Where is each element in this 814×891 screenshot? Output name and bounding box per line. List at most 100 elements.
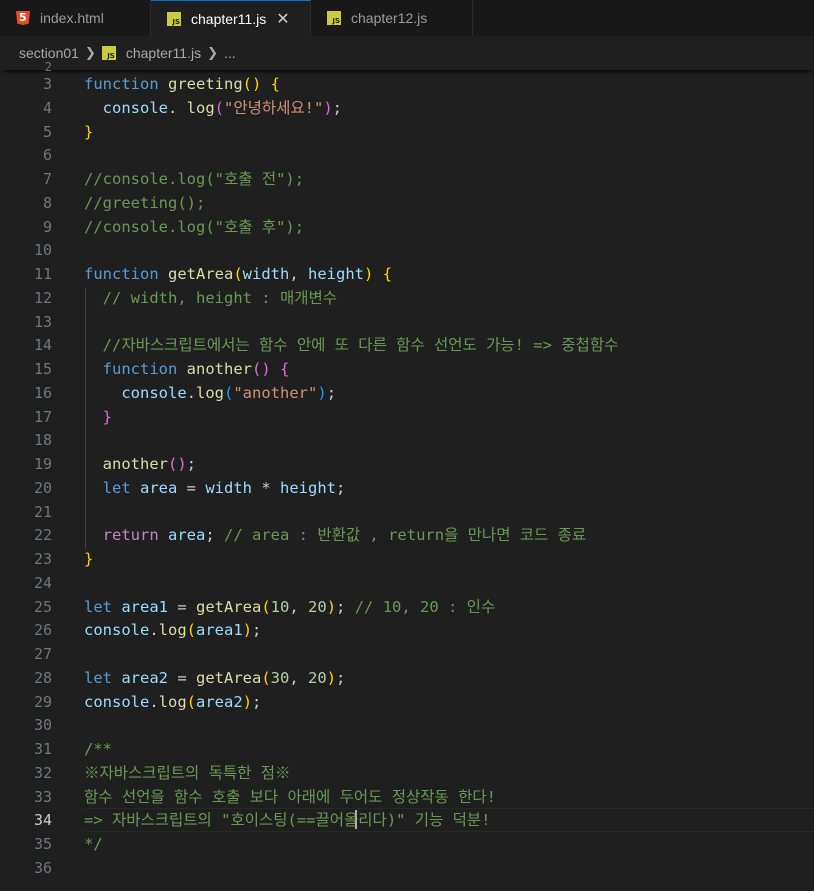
code-line[interactable]: 8 //greeting(); [0, 191, 814, 215]
code-line[interactable]: 10 [0, 238, 814, 262]
line-number: 16 [33, 383, 52, 402]
tab-label: chapter11.js [191, 10, 267, 27]
code-line[interactable]: 34 => 자바스크립트의 "호이스팅(==끌어올리다)" 기능 덕분! [0, 808, 814, 833]
tab-chapter11-js[interactable]: JS chapter11.js ✕ [151, 0, 311, 36]
code-line[interactable]: 7 //console.log("호출 전"); [0, 167, 814, 191]
code-text: function getArea(width, height) { [84, 265, 393, 283]
code-text: //greeting(); [84, 193, 206, 212]
line-number: 15 [33, 360, 52, 378]
code-text: /** [84, 740, 112, 758]
code-line[interactable]: 33 함수 선언을 함수 호출 보다 아래에 두어도 정상작동 한다! [0, 785, 814, 809]
code-text: */ [84, 835, 103, 853]
code-text: console.log("another"); [121, 383, 337, 402]
code-line[interactable]: 21 [0, 500, 814, 524]
line-number: 27 [33, 645, 52, 663]
code-line[interactable]: 16 console.log("another"); [0, 381, 814, 405]
code-line[interactable]: 35 */ [0, 832, 814, 856]
breadcrumb-more[interactable]: ... [224, 45, 236, 61]
breadcrumb: section01 ❯ JS chapter11.js ❯ ... [0, 36, 814, 70]
line-number: 8 [42, 193, 52, 212]
line-number: 17 [33, 407, 52, 426]
tab-chapter12-js[interactable]: JS chapter12.js [311, 0, 473, 36]
line-number: 28 [33, 668, 52, 687]
code-line[interactable]: 15 function another() { [0, 357, 814, 381]
line-number: 23 [33, 550, 52, 568]
code-line[interactable]: 31 /** [0, 737, 814, 761]
code-text: console.log(area1); [84, 621, 262, 640]
code-text: // width, height : 매개변수 [102, 288, 338, 307]
js-icon: JS [101, 46, 116, 60]
chevron-right-icon: ❯ [207, 45, 218, 61]
code-text: console. log("안녕하세요!"); [102, 98, 342, 117]
code-text: return area; // area : 반환값 , return을 만나면… [102, 526, 587, 545]
line-number: 36 [33, 858, 52, 877]
code-text: //console.log("호출 전"); [84, 170, 305, 188]
code-line[interactable]: 23} [0, 547, 814, 571]
line-number: 31 [33, 740, 52, 758]
line-number: 25 [33, 597, 52, 616]
code-line[interactable]: 26 console.log(area1); [0, 618, 814, 642]
code-line[interactable]: 14 //자바스크립트에서는 함수 안에 또 다른 함수 선언도 가능! => … [0, 333, 814, 357]
line-number: 21 [33, 502, 52, 521]
code-text: let area = width * height; [102, 478, 346, 497]
code-line[interactable]: 18 [0, 428, 814, 452]
code-line[interactable]: 11 function getArea(width, height) { [0, 262, 814, 286]
code-line[interactable]: 28 let area2 = getArea(30, 20); [0, 666, 814, 690]
tab-index-html[interactable]: 5 index.html [0, 0, 151, 36]
line-number: 10 [33, 241, 52, 260]
line-number: 11 [33, 265, 52, 283]
code-text: 함수 선언을 함수 호출 보다 아래에 두어도 정상작동 한다! [84, 787, 496, 806]
line-number: 9 [42, 217, 52, 236]
code-text: } [102, 407, 113, 426]
line-number: 13 [33, 312, 52, 331]
line-number: 24 [33, 573, 52, 592]
tab-label: chapter12.js [351, 10, 428, 26]
code-line[interactable]: 20 let area = width * height; [0, 476, 814, 500]
code-text: //console.log("호출 후"); [84, 217, 305, 236]
code-line[interactable]: 27 [0, 642, 814, 666]
code-line[interactable]: 36 [0, 856, 814, 880]
line-number: 34 [33, 811, 52, 830]
tab-label: index.html [40, 10, 104, 26]
code-line[interactable]: 19 another(); [0, 452, 814, 476]
line-number: 5 [42, 122, 52, 141]
code-line[interactable]: 24 [0, 571, 814, 595]
code-line[interactable]: 3 function greeting() { [0, 72, 814, 96]
code-line[interactable]: 29 console.log(area2); [0, 690, 814, 714]
code-text: function greeting() { [84, 75, 280, 93]
line-number: 3 [42, 75, 52, 93]
line-number: 26 [33, 621, 52, 640]
code-text: => 자바스크립트의 "호이스팅(==끌어올리다)" 기능 덕분! [84, 811, 491, 830]
code-line[interactable]: 25 let area1 = getArea(10, 20); // 10, 20… [0, 595, 814, 619]
code-line[interactable]: 9 //console.log("호출 후"); [0, 215, 814, 239]
code-text: //자바스크립트에서는 함수 안에 또 다른 함수 선언도 가능! => 중첩함… [102, 336, 619, 355]
code-line[interactable]: 22 return area; // area : 반환값 , return을 … [0, 523, 814, 547]
line-number: 4 [42, 98, 52, 117]
breadcrumb-file[interactable]: chapter11.js [126, 45, 201, 61]
code-line[interactable]: 6 [0, 143, 814, 167]
html5-icon: 5 [16, 11, 30, 25]
breadcrumb-folder[interactable]: section01 [19, 45, 79, 61]
line-number: 14 [33, 336, 52, 355]
text-cursor [355, 810, 357, 830]
code-line[interactable]: 4 console. log("안녕하세요!"); [0, 96, 814, 120]
code-line[interactable]: 12 // width, height : 매개변수 [0, 286, 814, 310]
line-number: 7 [42, 170, 52, 188]
code-text: function another() { [102, 360, 290, 378]
code-text: another(); [102, 455, 197, 473]
close-icon[interactable]: ✕ [276, 9, 289, 28]
line-number: 19 [33, 455, 52, 473]
tab-bar: 5 index.html JS chapter11.js ✕ JS chapte… [0, 0, 814, 36]
line-number: 18 [33, 431, 52, 450]
code-line[interactable]: 13 [0, 310, 814, 334]
line-number: 20 [33, 478, 52, 497]
code-line[interactable]: 17 } [0, 405, 814, 429]
code-text: ※자바스크립트의 독특한 점※ [84, 763, 291, 782]
line-number: 35 [33, 835, 52, 853]
code-line[interactable]: 5} [0, 120, 814, 144]
line-number: 32 [33, 763, 52, 782]
line-number: 30 [33, 716, 52, 735]
code-line[interactable]: 32 ※자바스크립트의 독특한 점※ [0, 761, 814, 785]
code-text: } [84, 550, 94, 568]
code-line[interactable]: 30 [0, 713, 814, 737]
